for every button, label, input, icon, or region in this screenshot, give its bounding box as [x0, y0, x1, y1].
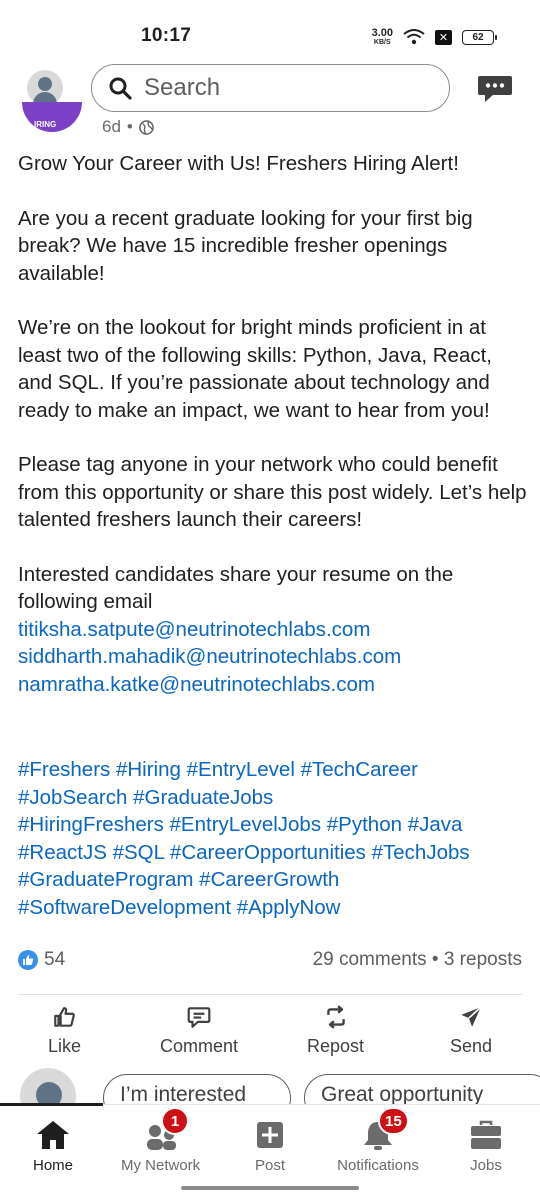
post-meta: 6d • — [102, 117, 154, 137]
comment-icon — [187, 1007, 211, 1028]
notification-badge: 1 — [161, 1107, 189, 1135]
send-label: Send — [450, 1036, 493, 1056]
comments-reposts-count[interactable]: 29 comments • 3 reposts — [313, 949, 522, 971]
social-counts: 54 29 comments • 3 reposts — [18, 949, 522, 971]
hashtag-line[interactable]: #SoftwareDevelopment #ApplyNow — [18, 894, 528, 922]
email-link[interactable]: namratha.katke@neutrinotechlabs.com — [18, 671, 528, 698]
add-post-icon — [257, 1122, 283, 1148]
nav-jobs[interactable]: Jobs — [469, 1119, 503, 1174]
globe-icon — [139, 119, 154, 135]
repost-button[interactable]: Repost — [307, 1004, 364, 1057]
status-time: 10:17 — [141, 25, 192, 46]
nav-jobs-label: Jobs — [470, 1157, 502, 1174]
battery-level: 62 — [472, 31, 484, 43]
suggested-comment-text: I’m interested — [120, 1083, 247, 1106]
hashtag-line[interactable]: #HiringFreshers #EntryLevelJobs #Python … — [18, 811, 528, 839]
post-text: Grow Your Career with Us! Freshers Hirin… — [18, 150, 528, 698]
messaging-icon[interactable] — [477, 74, 513, 104]
network-speed: 3.00 KB/S — [371, 27, 393, 47]
hashtag-line[interactable]: #JobSearch #GraduateJobs — [18, 784, 528, 812]
comment-label: Comment — [160, 1036, 239, 1056]
post-paragraph: Are you a recent graduate looking for yo… — [18, 206, 473, 285]
nav-notifications[interactable]: 15 Notifications — [334, 1107, 422, 1174]
nav-post-label: Post — [254, 1157, 285, 1174]
network-speed-value: 3.00 — [371, 27, 393, 39]
nav-home-label: Home — [33, 1157, 74, 1174]
close-box-icon: ✕ — [435, 29, 452, 45]
hashtag-line[interactable]: #Freshers #Hiring #EntryLevel #TechCaree… — [18, 756, 528, 784]
like-button[interactable]: Like — [48, 1004, 81, 1057]
post-paragraph: Please tag anyone in your network who co… — [18, 453, 527, 532]
hashtags: #Freshers #Hiring #EntryLevel #TechCaree… — [18, 756, 528, 922]
meta-separator: • — [126, 117, 133, 136]
status-icons: 3.00 KB/S ✕ 62 — [371, 26, 497, 48]
nav-my-network[interactable]: 1 My Network — [121, 1107, 201, 1174]
battery-icon: 62 — [462, 29, 497, 45]
gesture-bar[interactable] — [181, 1186, 359, 1190]
home-icon — [37, 1121, 69, 1149]
post-headline: Grow Your Career with Us! Freshers Hirin… — [18, 152, 459, 175]
nav-post[interactable]: Post — [254, 1119, 286, 1174]
repost-icon — [326, 1005, 345, 1029]
avatar[interactable] — [27, 70, 63, 106]
comment-button[interactable]: Comment — [160, 1004, 238, 1057]
reactions[interactable]: 54 — [18, 949, 65, 971]
post-paragraph: We’re on the lookout for bright minds pr… — [18, 316, 493, 422]
suggested-comment-chip[interactable]: I’m interested — [103, 1074, 291, 1108]
email-link[interactable]: siddharth.mahadik@neutrinotechlabs.com — [18, 643, 528, 670]
reactions-count: 54 — [44, 949, 66, 970]
wifi-icon — [403, 29, 425, 45]
post-paragraph: Interested candidates share your resume … — [18, 563, 454, 614]
notification-badge: 15 — [378, 1107, 409, 1135]
commenter-avatar — [20, 1068, 76, 1108]
post-age: 6d — [102, 117, 121, 136]
nav-home[interactable]: Home — [33, 1119, 73, 1174]
network-speed-unit: KB/S — [373, 39, 391, 46]
briefcase-icon — [471, 1120, 501, 1149]
company-logo-text: IRING — [34, 120, 57, 129]
search-placeholder: Search — [144, 74, 221, 101]
repost-label: Repost — [307, 1036, 365, 1056]
post-actions: Like Comment Repost Send — [0, 1004, 540, 1060]
send-icon — [461, 1006, 482, 1027]
hashtag-line[interactable]: #GraduateProgram #CareerGrowth — [18, 866, 528, 894]
bottom-nav: Home 1 My Network Post 15 Notifications — [0, 1103, 540, 1180]
company-logo[interactable]: IRING — [22, 102, 82, 132]
status-bar: 10:17 3.00 KB/S ✕ 62 — [0, 0, 540, 64]
nav-notifications-label: Notifications — [337, 1157, 419, 1174]
like-label: Like — [48, 1036, 82, 1056]
email-link[interactable]: titiksha.satpute@neutrinotechlabs.com — [18, 616, 528, 643]
suggested-comments: I’m interested Great opportunity — [0, 1068, 540, 1108]
like-icon — [53, 1007, 75, 1027]
nav-my-network-label: My Network — [121, 1157, 201, 1174]
send-button[interactable]: Send — [450, 1004, 492, 1057]
suggested-comment-chip[interactable]: Great opportunity — [304, 1074, 540, 1108]
divider — [18, 994, 522, 995]
search-icon — [109, 77, 132, 100]
active-tab-indicator — [0, 1103, 103, 1106]
suggested-comment-text: Great opportunity — [321, 1083, 484, 1106]
search-bar[interactable]: Search — [91, 64, 450, 112]
hashtag-line[interactable]: #ReactJS #SQL #CareerOpportunities #Tech… — [18, 839, 528, 867]
like-reaction-icon — [18, 950, 38, 970]
